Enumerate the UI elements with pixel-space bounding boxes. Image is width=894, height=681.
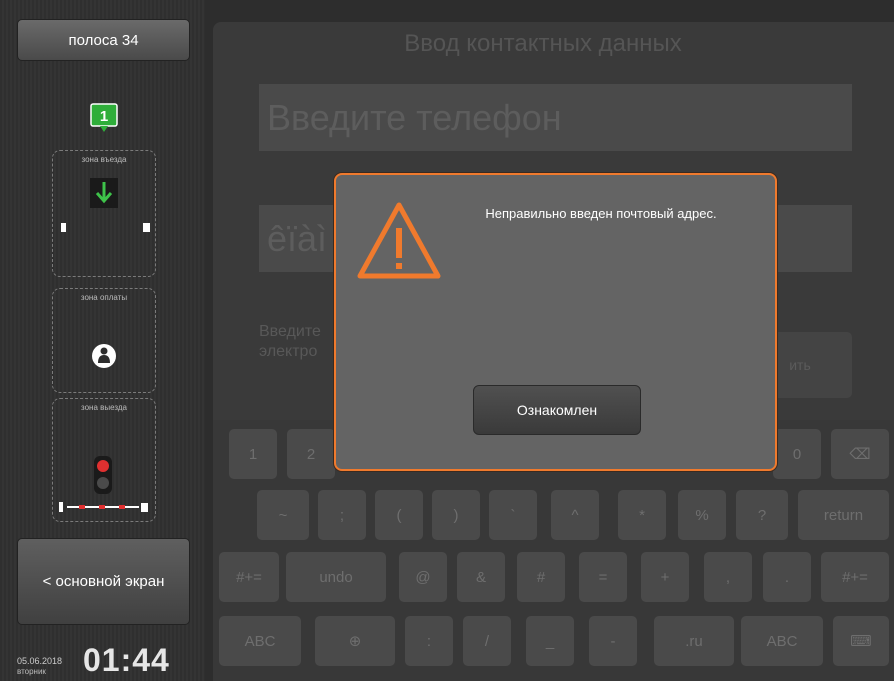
key-ampersand[interactable]: & — [457, 552, 505, 602]
zone-exit-label: зона выезда — [81, 403, 127, 412]
arrow-down-icon — [90, 178, 118, 208]
phone-input[interactable]: Введите телефон — [259, 84, 852, 151]
key-semicolon[interactable]: ; — [318, 490, 366, 540]
keyboard-hide-icon[interactable]: ⌨ — [833, 616, 889, 666]
zone-exit: зона выезда — [52, 398, 156, 522]
key-colon[interactable]: : — [405, 616, 453, 666]
lane-label: полоса 34 — [68, 31, 139, 49]
key-plus[interactable]: + — [641, 552, 689, 602]
skip-label: ить — [789, 357, 811, 373]
acknowledge-button[interactable]: Ознакомлен — [473, 385, 641, 435]
key-asterisk[interactable]: * — [618, 490, 666, 540]
key-caret[interactable]: ^ — [551, 490, 599, 540]
email-hint-line-2: электро — [259, 343, 318, 360]
lane-marker-icon: 1 — [90, 103, 118, 132]
lane-button[interactable]: полоса 34 — [17, 19, 190, 61]
key-percent[interactable]: % — [678, 490, 726, 540]
key-0[interactable]: 0 — [773, 429, 821, 479]
weekday-text: вторник — [17, 667, 46, 676]
key-backspace[interactable]: ⌫ — [831, 429, 889, 479]
sensor-right — [143, 223, 150, 232]
key-hash[interactable]: # — [517, 552, 565, 602]
barrier-icon — [59, 502, 148, 512]
key-equals[interactable]: = — [579, 552, 627, 602]
key-at[interactable]: @ — [399, 552, 447, 602]
globe-icon[interactable]: ⊕ — [315, 616, 395, 666]
key-tilde[interactable]: ~ — [257, 490, 309, 540]
home-screen-label: < основной экран — [42, 573, 165, 590]
key-comma[interactable]: , — [704, 552, 752, 602]
traffic-light-icon — [94, 456, 112, 494]
key-abc-right[interactable]: ABC — [741, 616, 823, 666]
key-question[interactable]: ? — [736, 490, 788, 540]
zone-payment: зона оплаты — [52, 288, 156, 393]
sensor-left — [61, 223, 66, 232]
zone-entry: зона въезда — [52, 150, 156, 277]
key-2[interactable]: 2 — [287, 429, 335, 479]
key-period[interactable]: . — [763, 552, 811, 602]
zone-payment-label: зона оплаты — [80, 293, 128, 302]
key-paren-close[interactable]: ) — [432, 490, 480, 540]
email-hint-line-1: Введите — [259, 323, 321, 340]
zone-entry-label: зона въезда — [81, 155, 127, 164]
warning-icon — [357, 202, 441, 279]
home-screen-button[interactable]: < основной экран — [17, 538, 190, 625]
marker-number: 1 — [100, 108, 108, 125]
key-dash[interactable]: - — [589, 616, 637, 666]
key-symbols-right[interactable]: #+= — [821, 552, 889, 602]
key-abc-left[interactable]: ABC — [219, 616, 301, 666]
key-return[interactable]: return — [798, 490, 889, 540]
key-ru-domain[interactable]: .ru — [654, 616, 734, 666]
email-hint: Введите электро — [259, 322, 321, 362]
key-symbols-left[interactable]: #+= — [219, 552, 279, 602]
key-1[interactable]: 1 — [229, 429, 277, 479]
key-backtick[interactable]: ` — [489, 490, 537, 540]
email-value: êïàì — [267, 217, 328, 259]
key-undo[interactable]: undo — [286, 552, 386, 602]
key-paren-open[interactable]: ( — [375, 490, 423, 540]
phone-placeholder: Введите телефон — [267, 96, 562, 138]
clock-text: 01:44 — [83, 642, 170, 678]
key-underscore[interactable]: _ — [526, 616, 574, 666]
date-text: 05.06.2018 — [17, 656, 63, 666]
form-title: Ввод контактных данных — [404, 30, 682, 57]
error-message: Неправильно введен почтовый адрес. — [485, 206, 717, 221]
acknowledge-label: Ознакомлен — [516, 402, 598, 418]
key-slash[interactable]: / — [463, 616, 511, 666]
sidebar: полоса 34 1 зона въезда зона оплаты зона… — [0, 0, 205, 681]
person-icon — [92, 344, 116, 368]
error-dialog: Неправильно введен почтовый адрес. Ознак… — [334, 173, 777, 471]
